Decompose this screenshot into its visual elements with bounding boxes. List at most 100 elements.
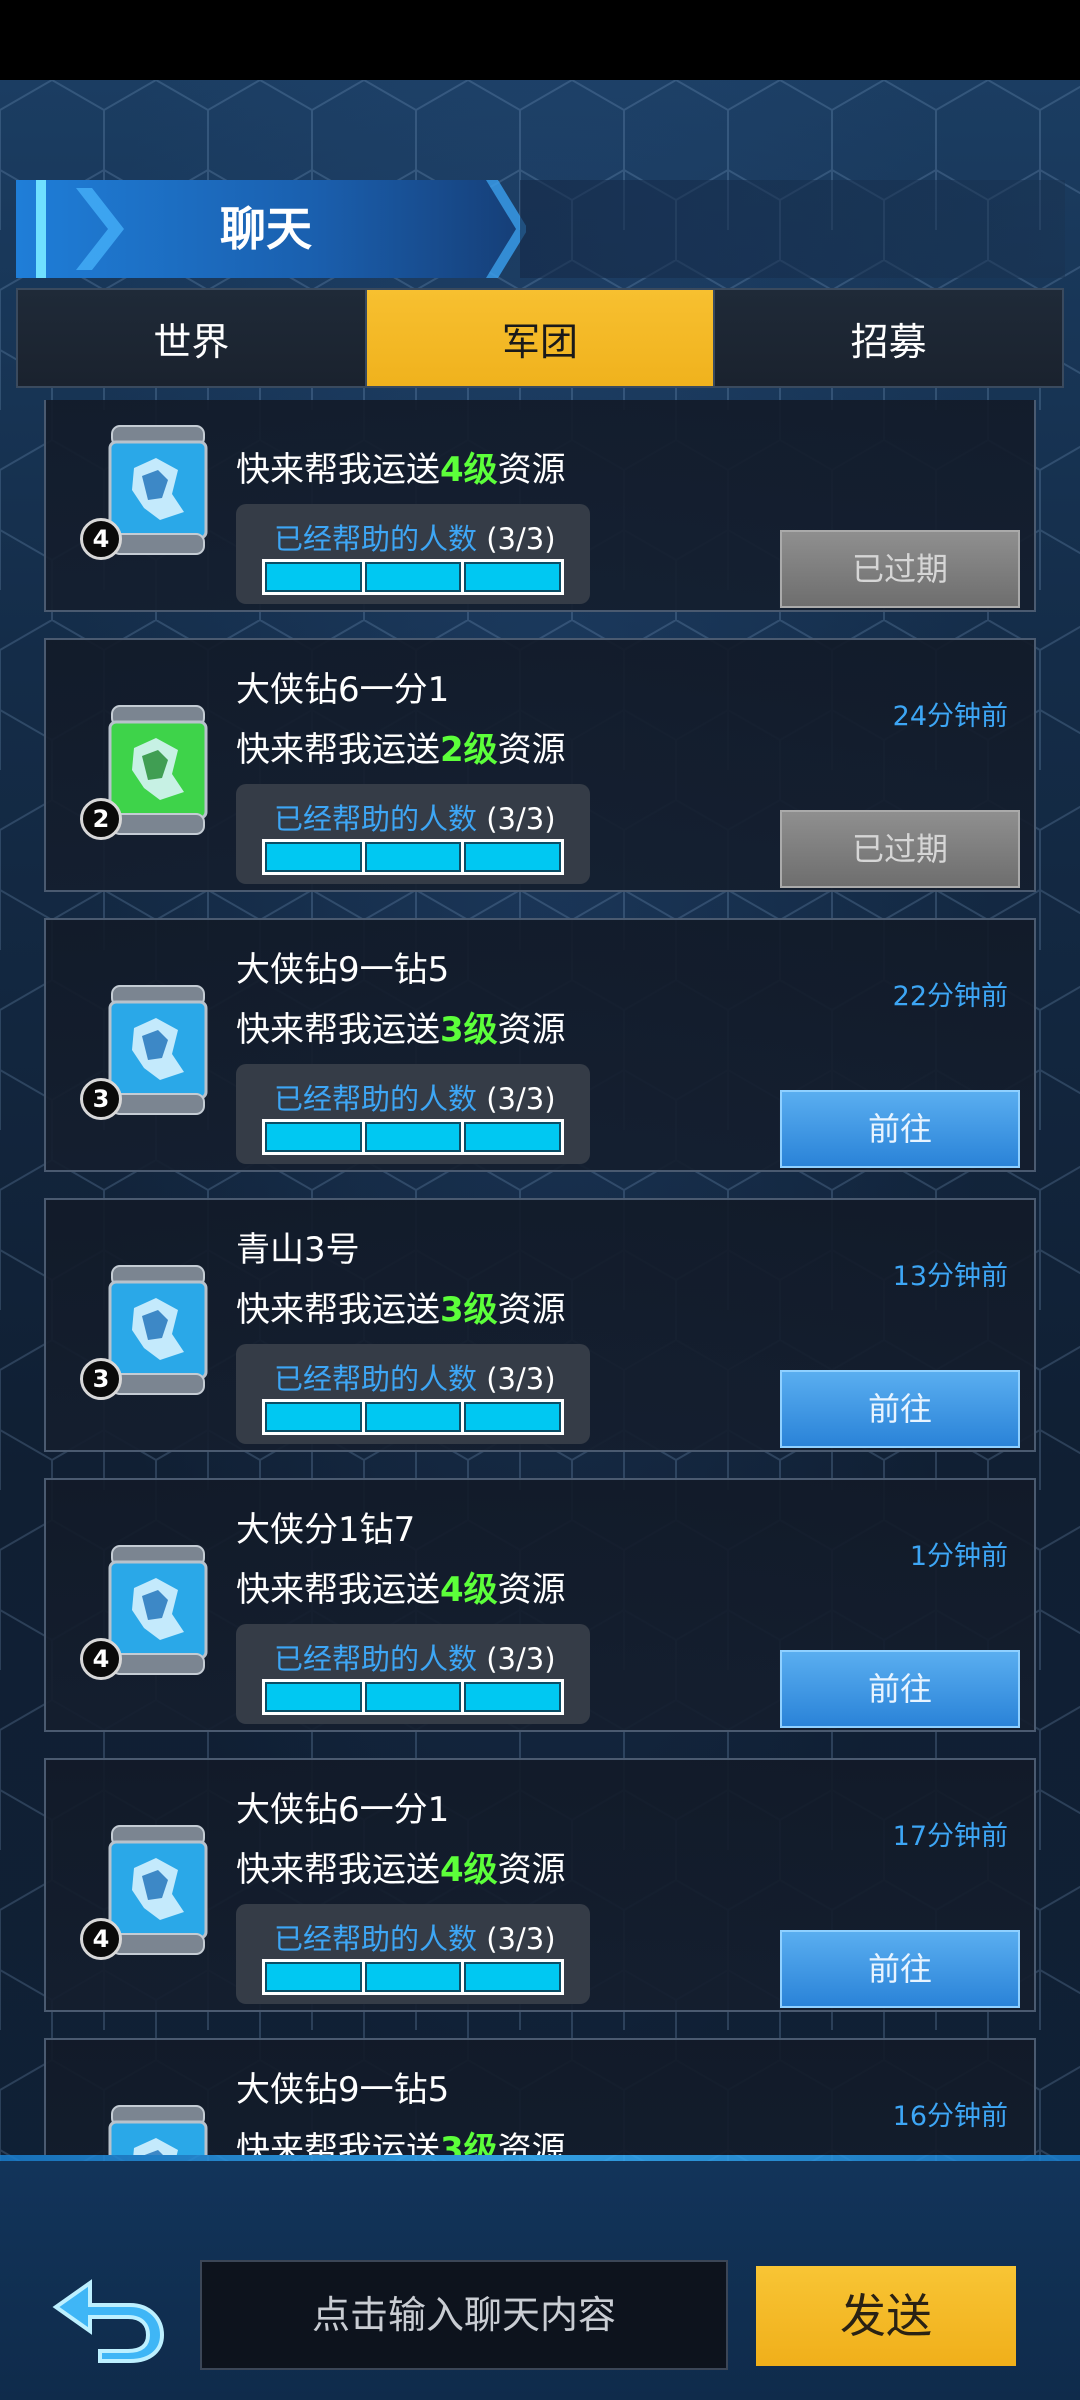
message-card: 4 快来帮我运送4级资源 已经帮助的人数 (3/3) 已过期	[44, 400, 1036, 612]
help-count: (3/3)	[486, 1362, 556, 1396]
help-count-label: 已经帮助的人数 (3/3)	[274, 1916, 556, 1958]
go-button[interactable]: 前往	[780, 1090, 1020, 1168]
sender-name: 大侠分1钻7	[236, 1510, 416, 1550]
help-label-text: 已经帮助的人数	[274, 1642, 478, 1676]
request-text: 快来帮我运送4级资源	[236, 1562, 566, 1611]
progress-segment	[265, 842, 362, 872]
send-button[interactable]: 发送	[756, 2266, 1016, 2366]
request-text: 快来帮我运送4级资源	[236, 442, 566, 491]
progress-segment	[265, 1682, 362, 1712]
request-suffix: 资源	[497, 1010, 566, 1050]
help-progress-bar	[262, 1959, 564, 1995]
tab-recruit-label: 招募	[850, 319, 927, 364]
tab-world[interactable]: 世界	[18, 290, 367, 386]
sender-name: 大侠钻6一分1	[236, 670, 450, 710]
go-button[interactable]: 前往	[780, 1370, 1020, 1448]
progress-segment	[464, 1682, 562, 1712]
message-time: 17分钟前	[892, 1821, 1008, 1852]
help-progress-box: 已经帮助的人数 (3/3)	[236, 504, 590, 604]
request-text: 快来帮我运送3级资源	[236, 1282, 566, 1331]
message-time: 1分钟前	[909, 1541, 1008, 1572]
level-badge: 4	[80, 1638, 122, 1680]
progress-segment	[364, 842, 462, 872]
tab-legion-label: 军团	[502, 319, 579, 364]
resource-level: 4级	[440, 1850, 498, 1890]
message-card: 4 大侠钻6一分1 快来帮我运送4级资源 17分钟前 已经帮助的人数 (3/3) 前往	[44, 1758, 1036, 2012]
help-progress-bar	[262, 559, 564, 595]
message-time: 22分钟前	[892, 981, 1008, 1012]
title-bar-strip	[520, 180, 1065, 278]
resource-level: 3级	[440, 2130, 498, 2155]
request-suffix: 资源	[497, 1570, 566, 1610]
message-card: 2 大侠钻6一分1 快来帮我运送2级资源 24分钟前 已经帮助的人数 (3/3) 已过…	[44, 638, 1036, 892]
resource-level: 4级	[440, 450, 498, 490]
expired-button: 已过期	[780, 530, 1020, 608]
level-badge: 2	[80, 798, 122, 840]
help-label-text: 已经帮助的人数	[274, 1362, 478, 1396]
progress-segment	[464, 842, 562, 872]
progress-segment	[364, 1682, 462, 1712]
help-progress-bar	[262, 1679, 564, 1715]
help-progress-box: 已经帮助的人数 (3/3)	[236, 1624, 590, 1724]
help-progress-box: 已经帮助的人数 (3/3)	[236, 1064, 590, 1164]
request-text: 快来帮我运送3级资源	[236, 1002, 566, 1051]
message-card: 3 青山3号 快来帮我运送3级资源 13分钟前 已经帮助的人数 (3/3) 前往	[44, 1198, 1036, 1452]
request-text: 快来帮我运送2级资源	[236, 722, 566, 771]
message-card: 3 大侠钻9一钻5 快来帮我运送3级资源 22分钟前 已经帮助的人数 (3/3) 前往	[44, 918, 1036, 1172]
help-count-label: 已经帮助的人数 (3/3)	[274, 1356, 556, 1398]
help-label-text: 已经帮助的人数	[274, 802, 478, 836]
resource-level: 2级	[440, 730, 498, 770]
back-arrow-icon[interactable]	[50, 2265, 170, 2365]
request-prefix: 快来帮我运送	[236, 730, 440, 770]
request-text: 快来帮我运送4级资源	[236, 1842, 566, 1891]
level-badge: 3	[80, 1358, 122, 1400]
help-count: (3/3)	[486, 522, 556, 556]
go-button[interactable]: 前往	[780, 1930, 1020, 2008]
level-badge: 3	[80, 1078, 122, 1120]
sender-name: 大侠钻6一分1	[236, 1790, 450, 1830]
tab-legion[interactable]: 军团	[366, 290, 716, 386]
help-label-text: 已经帮助的人数	[274, 1922, 478, 1956]
help-label-text: 已经帮助的人数	[274, 522, 478, 556]
request-prefix: 快来帮我运送	[236, 450, 440, 490]
help-count-label: 已经帮助的人数 (3/3)	[274, 796, 556, 838]
chat-input[interactable]: 点击输入聊天内容	[200, 2260, 728, 2370]
sender-name: 大侠钻9一钻5	[236, 950, 450, 990]
go-button[interactable]: 前往	[780, 1650, 1020, 1728]
request-prefix: 快来帮我运送	[236, 1010, 440, 1050]
help-progress-box: 已经帮助的人数 (3/3)	[236, 1344, 590, 1444]
message-time: 16分钟前	[892, 2101, 1008, 2132]
help-count-label: 已经帮助的人数 (3/3)	[274, 1076, 556, 1118]
status-bar	[0, 0, 1080, 80]
request-suffix: 资源	[497, 1850, 566, 1890]
help-count-label: 已经帮助的人数 (3/3)	[274, 1636, 556, 1678]
resource-level: 3级	[440, 1290, 498, 1330]
help-count-label: 已经帮助的人数 (3/3)	[274, 516, 556, 558]
tab-world-label: 世界	[153, 319, 230, 364]
progress-segment	[265, 1122, 362, 1152]
request-prefix: 快来帮我运送	[236, 1570, 440, 1610]
request-suffix: 资源	[497, 1290, 566, 1330]
message-card: 4 大侠分1钻7 快来帮我运送4级资源 1分钟前 已经帮助的人数 (3/3) 前往	[44, 1478, 1036, 1732]
tab-recruit[interactable]: 招募	[715, 290, 1063, 386]
progress-segment	[265, 1402, 362, 1432]
page-title: 聊天	[220, 202, 312, 256]
help-count: (3/3)	[486, 1642, 556, 1676]
request-suffix: 资源	[497, 450, 566, 490]
progress-segment	[464, 1122, 562, 1152]
request-prefix: 快来帮我运送	[236, 2130, 440, 2155]
help-count: (3/3)	[486, 1922, 556, 1956]
progress-segment	[364, 1122, 462, 1152]
message-time: 24分钟前	[892, 701, 1008, 732]
message-time: 13分钟前	[892, 1261, 1008, 1292]
progress-segment	[464, 1962, 562, 1992]
level-badge: 4	[80, 1918, 122, 1960]
help-count: (3/3)	[486, 802, 556, 836]
progress-segment	[265, 1962, 362, 1992]
message-list[interactable]: 4 快来帮我运送4级资源 已经帮助的人数 (3/3) 已过期 2 大侠钻6一分1 快来…	[0, 400, 1080, 2155]
channel-tabs: 世界 军团 招募	[16, 288, 1064, 388]
level-badge: 4	[80, 518, 122, 560]
help-progress-box: 已经帮助的人数 (3/3)	[236, 1904, 590, 2004]
request-prefix: 快来帮我运送	[236, 1290, 440, 1330]
progress-segment	[265, 562, 362, 592]
